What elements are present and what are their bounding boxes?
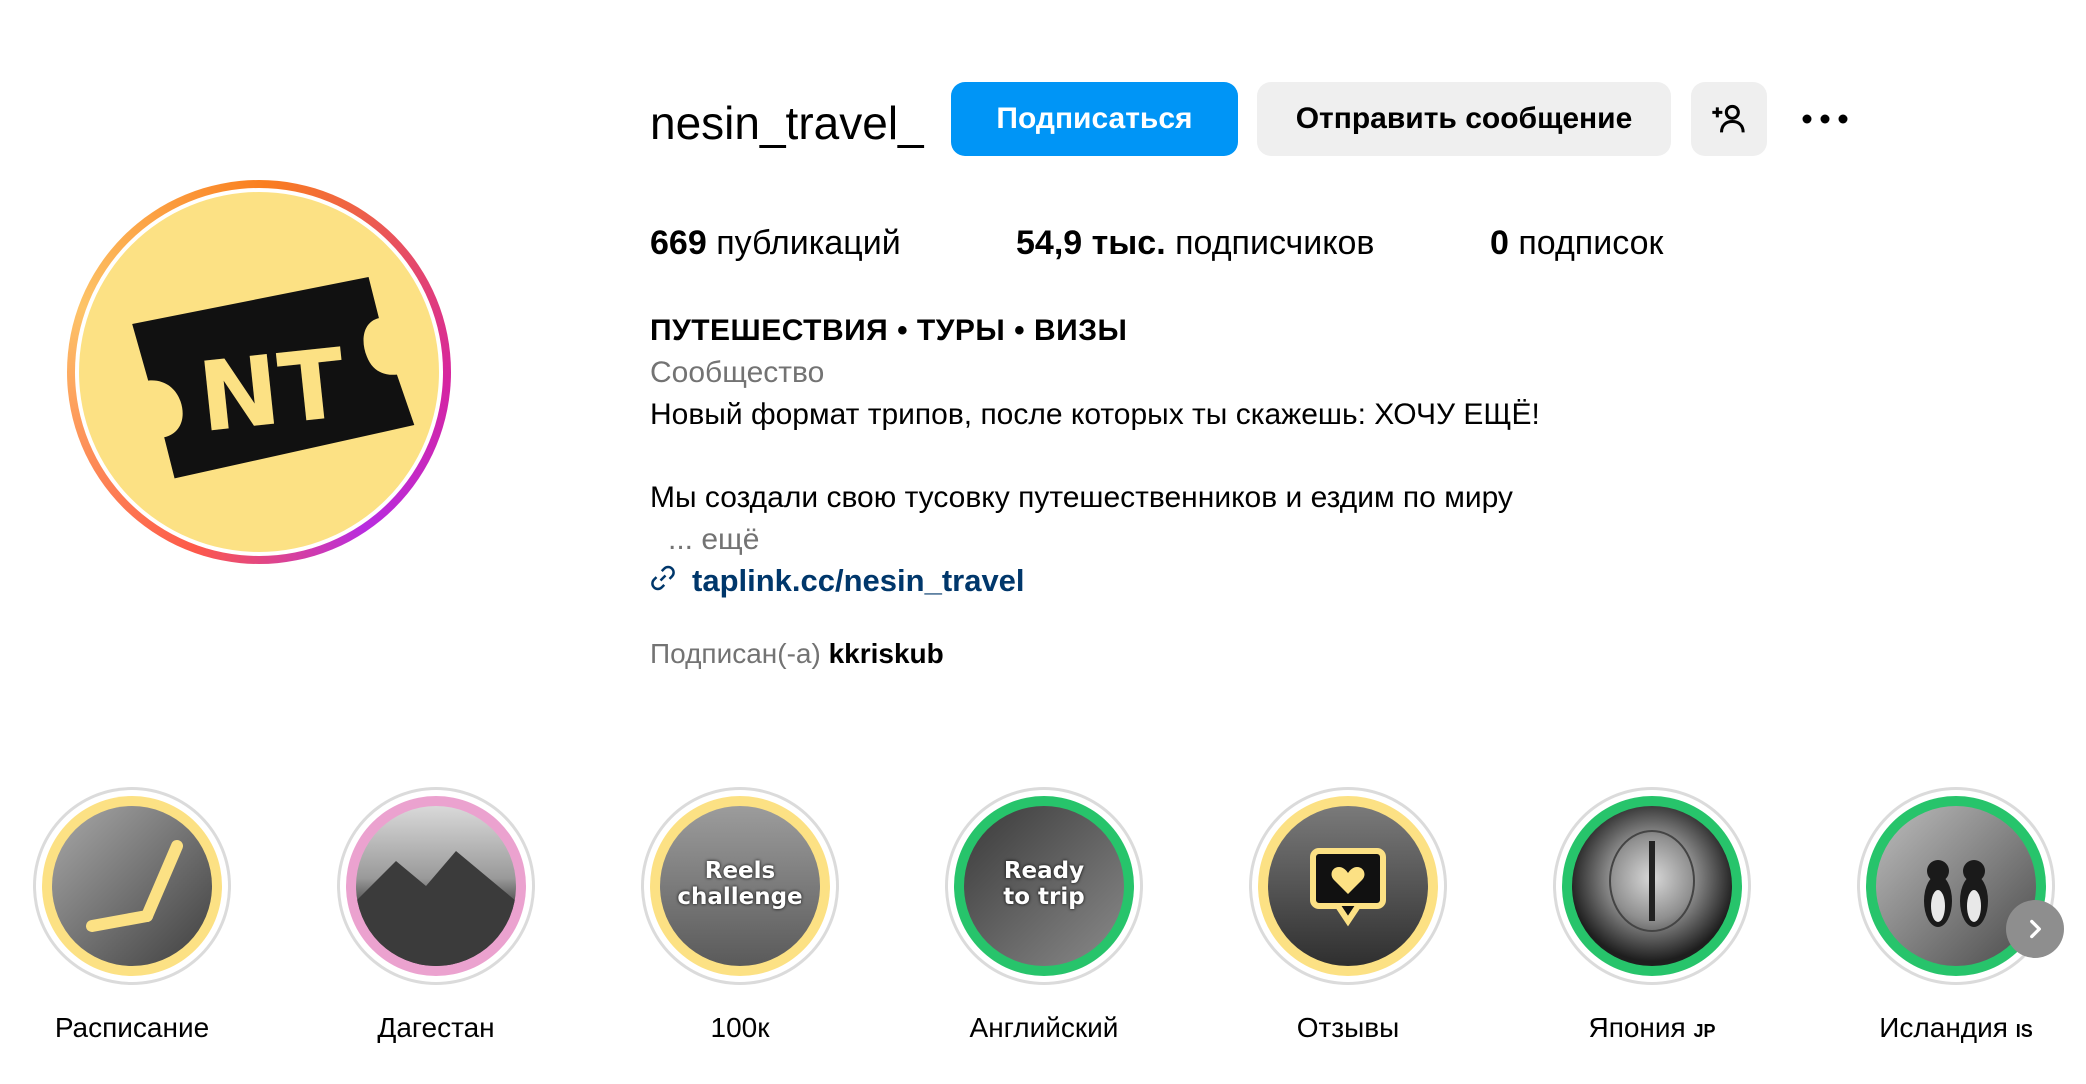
profile-avatar[interactable]: NT <box>67 180 451 564</box>
followers-label: подписчиков <box>1175 224 1375 262</box>
bio-more-link[interactable]: ... ещё <box>668 523 759 557</box>
profile-username: nesin_travel_ <box>650 97 924 149</box>
highlight-otzyvy[interactable] <box>1248 786 1448 986</box>
link-icon <box>651 565 675 591</box>
highlight-flag-suffix: JP <box>1693 1021 1716 1041</box>
bio-name: ПУТЕШЕСТВИЯ • ТУРЫ • ВИЗЫ <box>650 314 1128 347</box>
highlight-overlay-text: Ready to trip <box>1003 858 1085 910</box>
highlight-dagestan[interactable] <box>336 786 536 986</box>
send-message-button[interactable]: Отправить сообщение <box>1257 82 1671 156</box>
highlight-label: Япония JP <box>1588 1012 1716 1043</box>
highlights-next-button[interactable] <box>2006 900 2064 958</box>
highlight-cover <box>1572 806 1732 966</box>
highlight-cover: Ready to trip <box>964 806 1124 966</box>
suggested-accounts-button[interactable] <box>1691 82 1767 156</box>
highlight-yaponiya[interactable] <box>1552 786 1752 986</box>
highlight-label: Расписание <box>54 1012 210 1043</box>
highlight-label: Исландия IS <box>1879 1012 2033 1043</box>
highlight-raspisanie[interactable] <box>32 786 232 986</box>
posts-count: 669 <box>650 224 707 262</box>
bio-category: Сообщество <box>650 356 825 389</box>
lantern-icon <box>1609 830 1695 932</box>
avatar-logo: NT <box>79 192 439 552</box>
add-user-icon <box>1712 104 1745 133</box>
highlight-flag-suffix: IS <box>2015 1021 2033 1041</box>
highlight-100k[interactable]: Reels challenge <box>640 786 840 986</box>
highlight-label: Дагестан <box>377 1012 495 1043</box>
avatar-text: NT <box>194 327 351 454</box>
chevron-right-icon <box>2030 919 2041 939</box>
highlight-cover <box>52 806 212 966</box>
highlight-cover <box>356 806 516 966</box>
more-options-icon <box>1802 114 1848 124</box>
highlight-label: Английский <box>969 1012 1119 1043</box>
highlight-label: Отзывы <box>1296 1012 1400 1043</box>
highlight-cover <box>1268 806 1428 966</box>
follow-button[interactable]: Подписаться <box>951 82 1238 156</box>
bio-line-2: Мы создали свою тусовку путешественников… <box>650 481 1513 514</box>
highlight-angliyskiy[interactable]: Ready to trip <box>944 786 1144 986</box>
more-options-button[interactable] <box>1790 82 1860 156</box>
following-count: 0 <box>1490 224 1509 262</box>
mountains-icon <box>356 851 516 966</box>
heart-message-icon <box>1310 848 1386 927</box>
following-stat[interactable]: 0 подписок <box>1490 224 1663 263</box>
bio-external-link[interactable]: taplink.cc/nesin_travel <box>692 563 1025 599</box>
ticket-logo-icon: NT <box>132 277 415 479</box>
followers-stat[interactable]: 54,9 тыс. подписчиков <box>1016 224 1375 263</box>
posts-label: публикаций <box>716 224 901 262</box>
following-label: подписок <box>1518 224 1664 262</box>
posts-stat: 669 публикаций <box>650 224 901 263</box>
clock-hand-icon <box>86 840 183 932</box>
followed-by: Подписан(-а) kkriskub <box>650 638 944 670</box>
highlight-label: 100к <box>710 1012 770 1043</box>
followed-by-prefix: Подписан(-а) <box>650 638 821 669</box>
followed-by-user[interactable]: kkriskub <box>829 638 944 669</box>
highlight-cover: Reels challenge <box>660 806 820 966</box>
followers-count: 54,9 тыс. <box>1016 224 1166 262</box>
highlight-overlay-text: Reels challenge <box>677 858 803 910</box>
bio-line-1: Новый формат трипов, после которых ты ск… <box>650 398 1540 431</box>
